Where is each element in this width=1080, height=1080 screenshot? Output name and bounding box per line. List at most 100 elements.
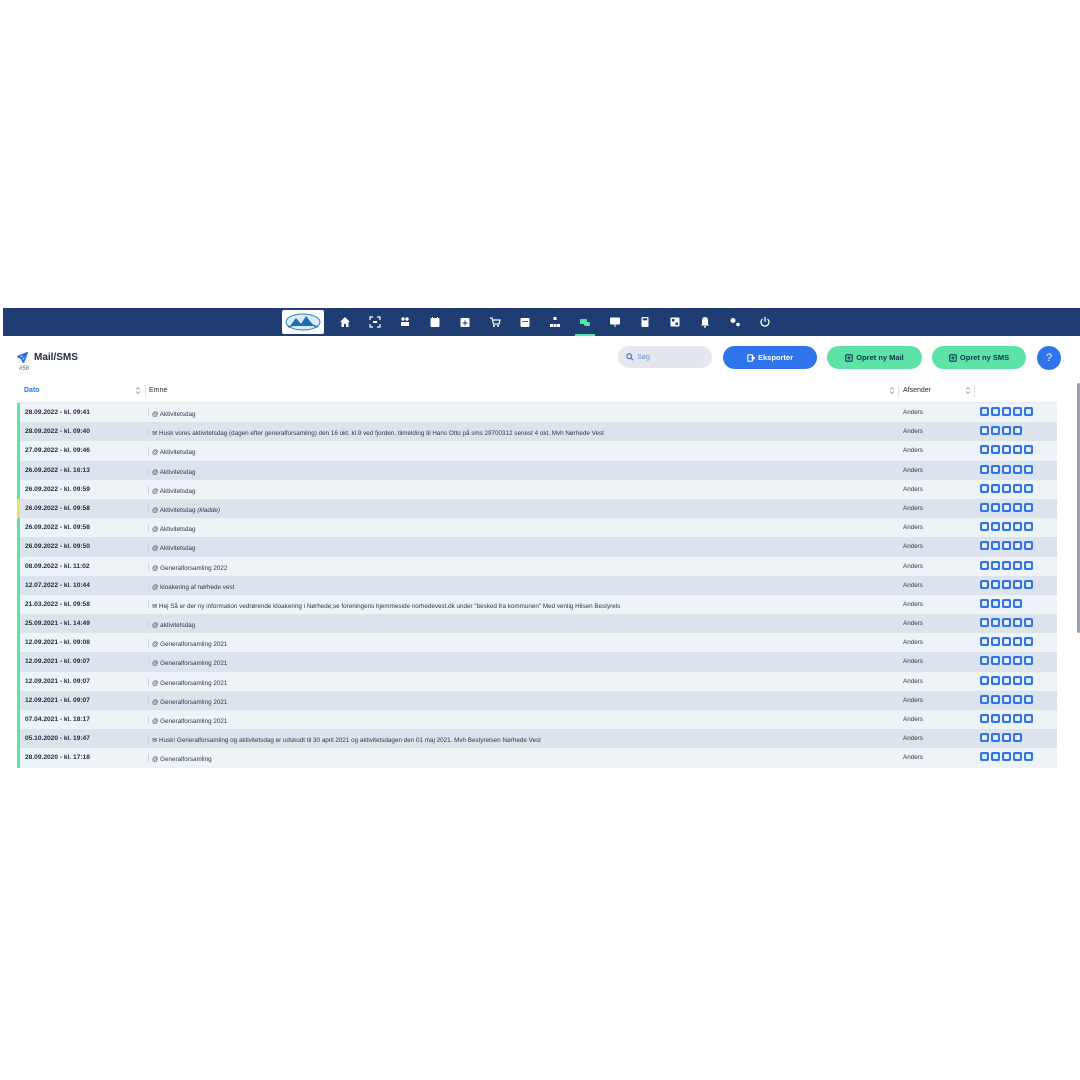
delete-icon[interactable] [1024,502,1033,512]
view-icon[interactable] [980,407,989,416]
view-icon[interactable] [980,733,989,743]
copy-icon[interactable] [991,407,1000,416]
chat-icon[interactable] [1002,752,1011,762]
calendar-plus-icon[interactable] [450,308,480,336]
delete-icon[interactable] [1013,733,1022,743]
document-icon[interactable] [1013,579,1022,589]
delete-icon[interactable] [1024,407,1033,416]
presentation-icon[interactable] [600,308,630,336]
table-row[interactable]: 28.09.2022 - kl. 09:40 ✉ Husk vores aktiv… [17,422,1057,442]
view-icon[interactable] [980,598,989,608]
view-icon[interactable] [980,675,989,685]
view-icon[interactable] [980,541,989,551]
new-mail-button[interactable]: Opret ny Mail [827,346,922,369]
view-icon[interactable] [980,464,989,474]
document-icon[interactable] [1013,618,1022,628]
delete-icon[interactable] [1024,483,1033,493]
chat-icon[interactable] [1002,445,1011,455]
table-row[interactable]: 12.09.2021 - kl. 09:07 @ Generalforsamlin… [17,652,1057,672]
cart-icon[interactable] [480,308,510,336]
copy-icon[interactable] [991,464,1000,474]
new-sms-button[interactable]: Opret ny SMS [932,346,1026,369]
chat-icon[interactable] [1002,694,1011,704]
copy-icon[interactable] [991,694,1000,704]
delete-icon[interactable] [1024,522,1033,532]
table-row[interactable]: 26.09.2022 - kl. 09:58 @ Aktivitetsdag (k… [17,498,1057,519]
document-icon[interactable] [1013,522,1022,532]
chat-icon[interactable] [1002,464,1011,474]
table-row[interactable]: 08.09.2022 - kl. 11:02 @ Generalforsamlin… [17,556,1057,576]
table-row[interactable]: 25.09.2021 - kl. 14:49 @ aktivitetsdag And… [17,614,1057,634]
delete-icon[interactable] [1024,579,1033,589]
copy-icon[interactable] [991,714,1000,723]
chat-icon[interactable] [1002,407,1011,416]
column-header-sender[interactable]: Afsender [903,387,931,394]
view-icon[interactable] [980,579,989,589]
copy-icon[interactable] [991,733,1000,743]
column-header-date[interactable]: Dato [24,387,40,394]
table-row[interactable]: 28.09.2022 - kl. 09:41 @ Aktivitetsdag And… [17,403,1057,423]
view-icon[interactable] [980,522,989,532]
delete-icon[interactable] [1024,752,1033,762]
document-icon[interactable] [1013,407,1022,416]
chat-icon[interactable] [1002,675,1011,685]
copy-icon[interactable] [991,522,1000,532]
table-row[interactable]: 26.09.2022 - kl. 16:13 @ Aktivitetsdag And… [17,460,1057,480]
document-icon[interactable] [1013,541,1022,551]
chat-icon[interactable] [1002,522,1011,532]
table-row[interactable]: 12.07.2022 - kl. 10:44 @ kloakering af nø… [17,575,1057,595]
copy-icon[interactable] [991,752,1000,762]
calendar-icon[interactable] [510,308,540,336]
document-icon[interactable] [1013,656,1022,666]
table-row[interactable]: 05.10.2020 - kl. 19:47 ✉ Husk! Generalfor… [17,729,1057,749]
view-icon[interactable] [980,502,989,512]
view-icon[interactable] [980,483,989,493]
document-icon[interactable] [1002,733,1011,743]
bell-icon[interactable] [690,308,720,336]
copy-icon[interactable] [991,560,1000,570]
table-row[interactable]: 12.09.2021 - kl. 09:08 @ Generalforsamlin… [17,633,1057,653]
table-row[interactable]: 12.09.2021 - kl. 09:07 @ Generalforsamlin… [17,671,1057,691]
delete-icon[interactable] [1013,598,1022,608]
delete-icon[interactable] [1024,714,1033,723]
document-icon[interactable] [1013,464,1022,474]
view-icon[interactable] [980,752,989,762]
document-icon[interactable] [1013,445,1022,455]
calculator-icon[interactable] [630,308,660,336]
view-icon[interactable] [980,656,989,666]
copy-icon[interactable] [991,426,1000,436]
view-icon[interactable] [980,694,989,704]
chat-icon[interactable] [1002,483,1011,493]
table-row[interactable]: 27.09.2022 - kl. 09:46 @ Aktivitetsdag And… [17,441,1057,461]
delete-icon[interactable] [1024,675,1033,685]
table-row[interactable]: 12.09.2021 - kl. 09:07 @ Generalforsamlin… [17,690,1057,710]
document-icon[interactable] [1013,675,1022,685]
delete-icon[interactable] [1024,464,1033,474]
table-row[interactable]: 21.03.2022 - kl. 09:58 ✉ Hej Så er der ny… [17,594,1057,615]
sort-icon[interactable] [889,386,895,395]
home-icon[interactable] [330,308,360,336]
sort-icon[interactable] [135,386,141,395]
chat-icon[interactable] [1002,656,1011,666]
copy-icon[interactable] [991,541,1000,551]
chat-icon[interactable] [1002,618,1011,628]
view-icon[interactable] [980,637,989,647]
table-row[interactable]: 26.09.2022 - kl. 09:50 @ Aktivitetsdag And… [17,537,1057,557]
document-icon[interactable] [1013,502,1022,512]
chat-icon[interactable] [1002,714,1011,723]
document-icon[interactable] [1013,483,1022,493]
view-icon[interactable] [980,618,989,628]
copy-icon[interactable] [991,637,1000,647]
table-row[interactable]: 26.09.2022 - kl. 09:58 @ Aktivitetsdag And… [17,518,1057,538]
copy-icon[interactable] [991,675,1000,685]
document-icon[interactable] [1013,714,1022,723]
delete-icon[interactable] [1024,445,1033,455]
table-row[interactable]: 28.09.2020 - kl. 17:18 @ Generalforsamlin… [17,748,1057,768]
search-input[interactable]: Søg [618,346,712,368]
delete-icon[interactable] [1024,541,1033,551]
chat-icon[interactable] [1002,502,1011,512]
copy-icon[interactable] [991,502,1000,512]
export-button[interactable]: Eksporter [723,346,817,369]
delete-icon[interactable] [1024,694,1033,704]
settings-icon[interactable] [720,308,750,336]
